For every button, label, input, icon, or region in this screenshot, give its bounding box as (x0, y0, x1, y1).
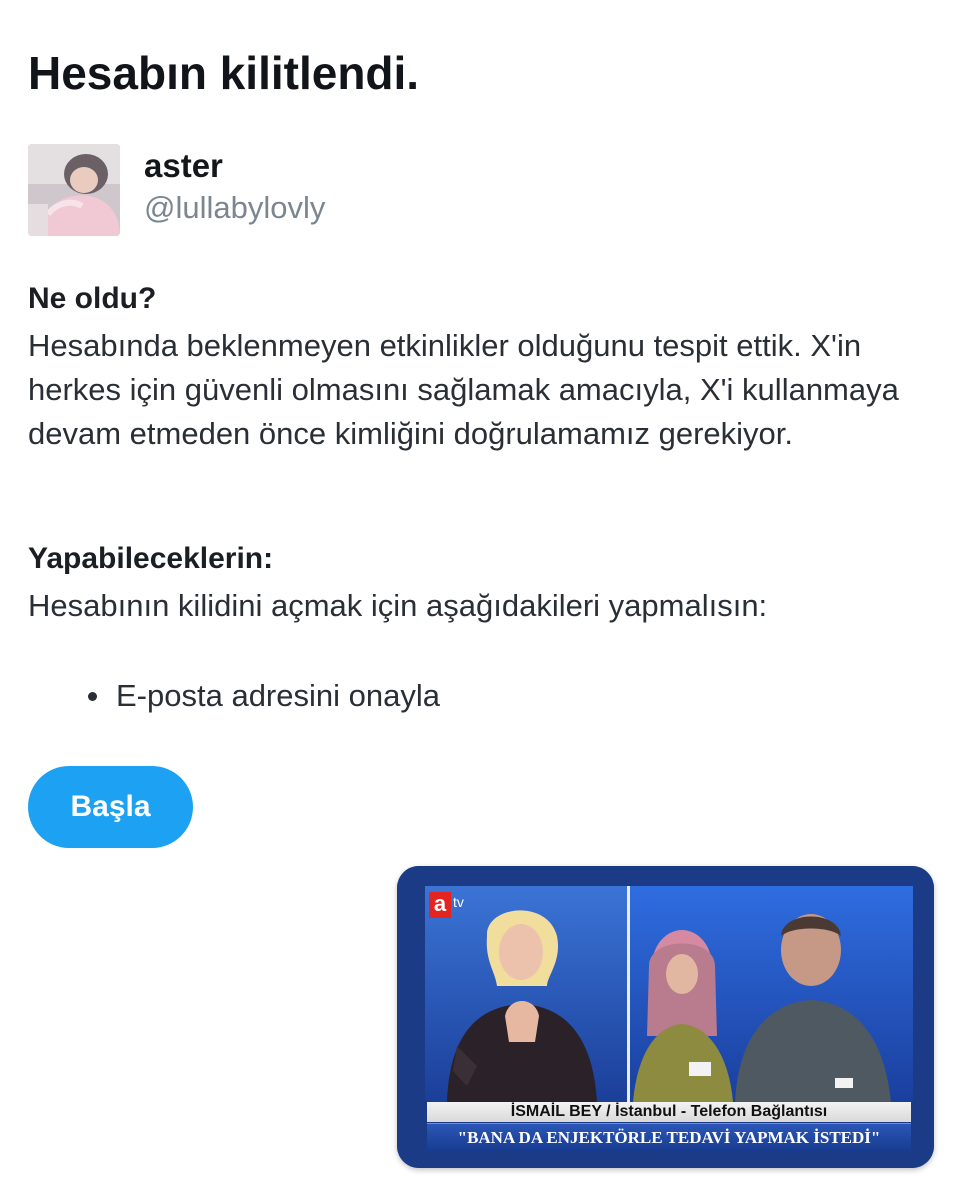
unlock-steps-list: E-posta adresini onayla (88, 674, 440, 718)
avatar (28, 144, 120, 236)
list-item: E-posta adresini onayla (88, 674, 440, 718)
page-title: Hesabın kilitlendi. (28, 47, 420, 99)
start-button[interactable]: Başla (28, 766, 193, 848)
bullet-icon (88, 692, 97, 701)
atv-logo-letter: a (429, 892, 451, 918)
what-happened-text: Hesabında beklenmeyen etkinlikler olduğu… (28, 328, 899, 451)
tv-caption-bar: İSMAİL BEY / İstanbul - Telefon Bağlantı… (427, 1102, 911, 1122)
unlock-instructions-text: Hesabının kilidini açmak için aşağıdakil… (28, 588, 768, 623)
what-you-can-do-heading: Yapabileceklerin: (28, 542, 274, 575)
step-label-confirm-email: E-posta adresini onayla (116, 678, 440, 713)
tv-quote-bar: "BANA DA ENJEKTÖRLE TEDAVİ YAPMAK İSTEDİ… (427, 1123, 911, 1152)
avatar-photo-icon (28, 144, 120, 236)
display-name: aster (144, 147, 223, 184)
what-happened-heading: Ne oldu? (28, 282, 157, 315)
tv-screenshot-image: a tv İSMAİL BEY / İstanbul - Telefon Bağ… (397, 866, 934, 1168)
user-handle: @lullabylovly (144, 190, 326, 225)
atv-logo-suffix: tv (453, 894, 464, 910)
